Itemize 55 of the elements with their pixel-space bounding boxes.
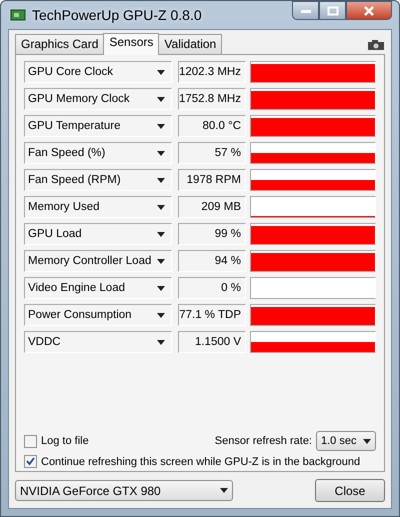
checkbox-label[interactable]: Log to file (41, 435, 89, 447)
sensor-dropdown[interactable]: GPU Temperature (24, 115, 172, 137)
caret-icon (154, 232, 165, 236)
sensor-dropdown[interactable]: GPU Core Clock (24, 61, 172, 83)
sensor-reading: 1978 RPM (178, 169, 246, 191)
close-icon (363, 6, 375, 16)
checkbox[interactable] (24, 455, 37, 468)
sensor-dropdown[interactable]: Fan Speed (RPM) (24, 169, 172, 191)
sensor-dropdown[interactable]: Video Engine Load (24, 277, 172, 299)
close-button[interactable]: Close (315, 479, 385, 502)
window-title: TechPowerUp GPU-Z 0.8.0 (32, 7, 202, 23)
sensor-reading: 94 % (178, 250, 246, 272)
sensor-dropdown[interactable]: GPU Memory Clock (24, 88, 172, 110)
caret-icon (154, 178, 165, 182)
tab[interactable]: Sensors (103, 33, 160, 55)
caret-icon (154, 70, 165, 74)
caret-icon (154, 204, 165, 210)
refresh-rate-dropdown[interactable]: 1.0 sec (316, 431, 376, 451)
caret-icon (360, 438, 371, 444)
caret-icon (154, 96, 165, 102)
sensor-reading: 1202.3 MHz (178, 61, 246, 83)
close-button[interactable] (346, 1, 392, 20)
sensor-reading: 57 % (178, 142, 246, 164)
sensor-dropdown[interactable]: VDDC (24, 331, 172, 353)
minimize-button[interactable] (292, 1, 319, 20)
camera-icon[interactable] (367, 39, 385, 51)
refresh-rate-label: Sensor refresh rate: (214, 435, 312, 447)
maximize-button[interactable] (319, 1, 346, 20)
gpu-select-dropdown[interactable]: NVIDIA GeForce GTX 980 (15, 480, 233, 501)
sensor-dropdown[interactable]: GPU Load (24, 223, 172, 245)
graphics-card-icon (10, 8, 26, 22)
sensor-reading: 99 % (178, 223, 246, 245)
sensor-reading: 0 % (178, 277, 246, 299)
sensor-reading: 209 MB (178, 196, 246, 218)
checkbox[interactable] (24, 434, 37, 448)
caret-icon (154, 286, 165, 290)
sensor-reading: 1752.8 MHz (178, 88, 246, 110)
tab[interactable]: Graphics Card (15, 34, 104, 54)
sensor-reading: 1.1500 V (178, 331, 246, 353)
minimize-icon (300, 8, 312, 14)
caret-icon (154, 124, 165, 128)
sensor-reading: 80.0 °C (178, 115, 246, 137)
caret-icon (217, 488, 228, 493)
sensor-dropdown[interactable]: Memory Controller Load (24, 250, 172, 272)
sensor-dropdown[interactable]: Power Consumption (24, 304, 172, 326)
caret-icon (154, 312, 165, 318)
maximize-icon (326, 6, 338, 16)
checkbox-label[interactable]: Continue refreshing this screen while GPU-Z is in the background (41, 456, 360, 468)
tab[interactable]: Validation (158, 34, 222, 54)
caret-icon (154, 150, 165, 156)
sensor-dropdown[interactable]: Memory Used (24, 196, 172, 218)
caret-icon (154, 258, 165, 264)
sensor-reading: 77.1 % TDP (178, 304, 246, 326)
caret-icon (154, 340, 165, 344)
sensor-dropdown[interactable]: Fan Speed (%) (24, 142, 172, 164)
